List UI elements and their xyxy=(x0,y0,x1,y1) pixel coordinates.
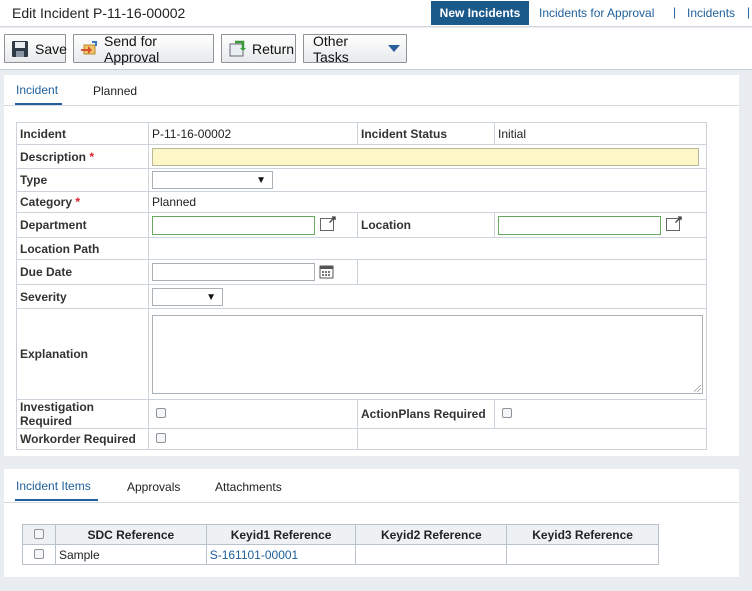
column-header[interactable]: Keyid3 Reference xyxy=(506,524,659,545)
tab-attachments[interactable]: Attachments xyxy=(215,480,282,494)
type-label: Type xyxy=(16,168,149,192)
department-label: Department xyxy=(16,212,149,238)
tab-incident[interactable]: Incident xyxy=(16,83,58,97)
resize-grip-icon[interactable] xyxy=(694,384,701,392)
nav-new-incidents[interactable]: New Incidents xyxy=(431,1,529,25)
column-header[interactable]: Keyid2 Reference xyxy=(355,524,508,545)
investigation-required-checkbox[interactable] xyxy=(156,408,166,418)
location-input[interactable] xyxy=(498,215,661,235)
page-title: Edit Incident P-11-16-00002 xyxy=(12,5,186,21)
empty-cell xyxy=(357,428,707,450)
incident-value: P-11-16-00002 xyxy=(148,122,358,145)
table-row: Sample S-161101-00001 xyxy=(22,544,659,565)
description-input[interactable] xyxy=(152,147,699,166)
keyid3-reference-cell xyxy=(506,544,659,565)
location-path-value xyxy=(148,237,707,260)
row-checkbox[interactable] xyxy=(33,548,44,559)
column-header[interactable]: SDC Reference xyxy=(54,524,207,545)
incident-items-table: SDC Reference Keyid1 Reference Keyid2 Re… xyxy=(22,524,659,565)
save-button-label: Save xyxy=(35,40,67,57)
incident-status-label: Incident Status xyxy=(357,122,495,145)
nav-incidents-for-approval[interactable]: Incidents for Approval xyxy=(539,6,654,20)
nav-separator: | xyxy=(747,5,751,19)
dropdown-arrow-icon: ▼ xyxy=(256,175,266,186)
incident-status-value: Initial xyxy=(494,122,707,145)
send-for-approval-label: Send for Approval xyxy=(104,32,160,65)
divider xyxy=(4,105,739,106)
return-button-label: Return xyxy=(252,40,295,57)
required-marker: * xyxy=(75,195,81,209)
location-label: Location xyxy=(357,212,495,238)
save-icon xyxy=(11,40,29,58)
column-header[interactable]: Keyid1 Reference xyxy=(205,524,357,545)
category-value: Planned xyxy=(148,191,707,213)
return-button[interactable]: Return xyxy=(221,34,296,63)
description-label: Description * xyxy=(16,144,149,169)
empty-cell xyxy=(357,259,707,285)
other-tasks-label: Other Tasks xyxy=(313,32,349,65)
sdc-reference-cell: Sample xyxy=(54,544,207,565)
workorder-required-checkbox[interactable] xyxy=(156,433,166,443)
severity-select[interactable]: ▼ xyxy=(152,287,223,306)
select-all-cell xyxy=(22,524,56,545)
due-date-label: Due Date xyxy=(16,259,149,285)
department-input[interactable] xyxy=(152,215,315,235)
explanation-label: Explanation xyxy=(16,308,149,400)
calendar-icon[interactable] xyxy=(319,264,334,282)
send-for-approval-button[interactable]: Send for Approval xyxy=(73,32,214,65)
nav-separator: | xyxy=(673,5,677,19)
dropdown-arrow-icon: ▼ xyxy=(206,291,216,303)
tab-approvals[interactable]: Approvals xyxy=(127,480,180,494)
category-label: Category * xyxy=(16,191,149,213)
nav-incidents[interactable]: Incidents xyxy=(687,6,735,20)
tab-indicator xyxy=(15,499,98,501)
tab-planned[interactable]: Planned xyxy=(93,84,137,98)
external-link-icon[interactable] xyxy=(666,213,683,231)
chevron-down-icon xyxy=(388,45,400,52)
tab-incident-items[interactable]: Incident Items xyxy=(16,479,91,493)
severity-label: Severity xyxy=(16,284,149,309)
divider xyxy=(4,502,739,503)
keyid1-reference-link[interactable]: S-161101-00001 xyxy=(205,544,357,565)
keyid2-reference-cell xyxy=(355,544,508,565)
incident-form-table: Incident P-11-16-00002 Incident Status I… xyxy=(16,122,707,450)
top-bar: Edit Incident P-11-16-00002 New Incident… xyxy=(0,0,752,27)
investigation-required-label: Investigation Required xyxy=(16,399,149,429)
external-link-icon[interactable] xyxy=(320,213,337,231)
type-select[interactable]: ▼ xyxy=(152,171,273,189)
due-date-input[interactable] xyxy=(152,263,315,281)
other-tasks-button[interactable]: Other Tasks xyxy=(303,32,407,65)
explanation-textarea[interactable] xyxy=(152,314,703,394)
incident-label: Incident xyxy=(16,122,149,145)
required-marker: * xyxy=(89,149,95,164)
location-path-label: Location Path xyxy=(16,237,149,260)
actionplans-required-label: ActionPlans Required xyxy=(357,399,495,429)
workorder-required-label: Workorder Required xyxy=(16,428,149,450)
table-header-row: SDC Reference Keyid1 Reference Keyid2 Re… xyxy=(22,524,659,545)
toolbar: Save Send for Approval Return Other Task… xyxy=(0,28,752,70)
save-button[interactable]: Save xyxy=(4,34,67,63)
select-all-checkbox[interactable] xyxy=(33,528,44,539)
send-icon xyxy=(80,40,98,58)
actionplans-required-checkbox[interactable] xyxy=(502,408,512,418)
return-icon xyxy=(228,40,246,58)
